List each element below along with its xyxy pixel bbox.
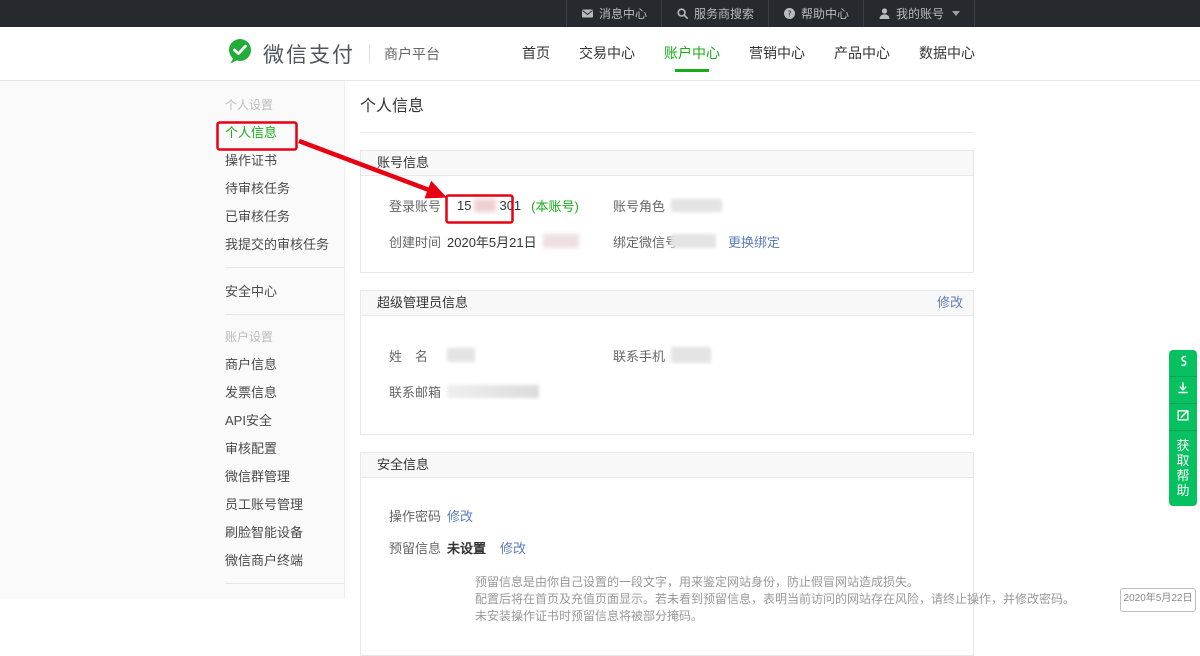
message-center-label: 消息中心 xyxy=(599,5,647,22)
sidebar-item-wechat-group-mgmt[interactable]: 微信群管理 xyxy=(225,463,345,491)
account-info-title: 账号信息 xyxy=(377,151,429,175)
sidebar-item-staff-account-mgmt[interactable]: 员工账号管理 xyxy=(225,491,345,519)
help-center-label: 帮助中心 xyxy=(801,5,849,22)
tip-line: 配置后将在首页及充值页面显示。若未看到预留信息，表明当前访问的网站存在风险，请终… xyxy=(475,591,973,608)
redacted-account-role xyxy=(671,199,722,212)
sidebar-divider xyxy=(225,314,345,315)
top-utility-bar: 消息中心 服务商搜索 ? 帮助中心 我的账号 xyxy=(0,0,1200,27)
service-provider-search-link[interactable]: 服务商搜索 xyxy=(661,0,768,27)
link-icon xyxy=(1176,354,1190,373)
reserved-info-edit-link[interactable]: 修改 xyxy=(500,538,526,557)
edit-icon xyxy=(1176,408,1190,427)
login-account-value: 15 301 xyxy=(447,198,521,213)
download-icon xyxy=(1176,381,1190,400)
search-icon xyxy=(676,7,689,20)
message-center-link[interactable]: 消息中心 xyxy=(566,0,661,27)
service-provider-search-label: 服务商搜索 xyxy=(694,5,754,22)
wechat-pay-logo xyxy=(225,36,255,71)
sidebar-item-reviewed[interactable]: 已审核任务 xyxy=(225,203,345,231)
sidebar-item-api-security[interactable]: API安全 xyxy=(225,407,345,435)
login-account-label: 登录账号 xyxy=(389,196,447,215)
sidebar-item-my-submitted-review[interactable]: 我提交的审核任务 xyxy=(225,231,345,259)
quick-link-button[interactable] xyxy=(1169,350,1197,377)
security-info-section: 安全信息 操作密码 修改 预留信息 未设置 修改 预留信息是由你自己设置的一段文… xyxy=(360,452,974,656)
get-help-label: 获取帮助 xyxy=(1176,438,1190,498)
primary-nav: 首页 交易中心 账户中心 营销中心 产品中心 数据中心 xyxy=(522,27,975,80)
sidebar-item-review-config[interactable]: 审核配置 xyxy=(225,435,345,463)
sidebar-item-face-smart-device[interactable]: 刷脸智能设备 xyxy=(225,519,345,547)
nav-data-center[interactable]: 数据中心 xyxy=(919,27,975,80)
brand-divider xyxy=(369,45,370,63)
user-icon xyxy=(878,7,891,20)
date-tooltip: 2020年5月22日 xyxy=(1120,588,1196,612)
sidebar-item-invoice-info[interactable]: 发票信息 xyxy=(225,379,345,407)
redacted-wechat-id xyxy=(671,234,716,248)
reserved-info-tips: 预留信息是由你自己设置的一段文字，用来鉴定网站身份，防止假冒网站造成损失。 配置… xyxy=(389,574,973,625)
account-info-section: 账号信息 登录账号 15 301 (本账号) 账号角色 xyxy=(360,150,974,273)
operation-password-edit-link[interactable]: 修改 xyxy=(447,506,473,525)
sidebar-group-personal-settings: 个人设置 xyxy=(225,91,345,119)
nav-marketing-center[interactable]: 营销中心 xyxy=(749,27,805,80)
sidebar-item-operation-cert[interactable]: 操作证书 xyxy=(225,147,345,175)
security-info-title: 安全信息 xyxy=(377,453,429,477)
sidebar-item-security-center[interactable]: 安全中心 xyxy=(225,278,345,306)
rebind-link[interactable]: 更换绑定 xyxy=(728,232,780,251)
help-center-link[interactable]: ? 帮助中心 xyxy=(768,0,863,27)
download-button[interactable] xyxy=(1169,377,1197,404)
sidebar-item-wechat-merchant-terminal[interactable]: 微信商户终端 xyxy=(225,547,345,575)
redacted-contact-email xyxy=(447,385,539,398)
super-admin-section: 超级管理员信息 修改 姓 名 联系手机 联系邮箱 xyxy=(360,290,974,435)
brand-name: 微信支付 xyxy=(263,39,355,69)
operation-password-label: 操作密码 xyxy=(389,506,447,525)
admin-name-label: 姓 名 xyxy=(389,346,447,365)
page-body: 个人设置 个人信息 操作证书 待审核任务 已审核任务 我提交的审核任务 安全中心… xyxy=(0,81,1200,599)
redacted-login-middle xyxy=(474,199,496,212)
account-role-label: 账号角色 xyxy=(613,196,671,215)
super-admin-edit-link[interactable]: 修改 xyxy=(937,291,963,315)
main-header: 微信支付 商户平台 首页 交易中心 账户中心 营销中心 产品中心 数据中心 xyxy=(0,27,1200,81)
created-time-label: 创建时间 xyxy=(389,232,447,251)
chevron-down-icon xyxy=(952,11,960,16)
created-time-value: 2020年5月21日 xyxy=(447,232,537,251)
my-account-label: 我的账号 xyxy=(896,5,944,22)
sidebar-divider xyxy=(225,583,345,584)
reserved-info-label: 预留信息 xyxy=(389,538,447,557)
nav-account-center[interactable]: 账户中心 xyxy=(664,27,720,80)
portal-name: 商户平台 xyxy=(384,44,440,64)
redacted-contact-phone xyxy=(671,347,711,363)
mail-icon xyxy=(581,7,594,20)
redacted-admin-name xyxy=(447,348,475,362)
login-prefix: 15 xyxy=(457,198,471,213)
title-divider xyxy=(360,132,974,133)
sidebar: 个人设置 个人信息 操作证书 待审核任务 已审核任务 我提交的审核任务 安全中心… xyxy=(0,81,345,599)
help-icon: ? xyxy=(783,7,796,20)
super-admin-title: 超级管理员信息 xyxy=(377,291,468,315)
contact-email-label: 联系邮箱 xyxy=(389,382,447,401)
sidebar-item-merchant-info[interactable]: 商户信息 xyxy=(225,351,345,379)
bound-wechat-label: 绑定微信号 xyxy=(613,232,671,251)
current-account-tag: (本账号) xyxy=(531,196,579,215)
tip-line: 预留信息是由你自己设置的一段文字，用来鉴定网站身份，防止假冒网站造成损失。 xyxy=(475,574,973,591)
my-account-menu[interactable]: 我的账号 xyxy=(863,0,975,27)
redacted-created-time xyxy=(543,234,579,248)
floating-help-panel: 获取帮助 xyxy=(1169,350,1197,506)
login-suffix: 301 xyxy=(499,198,521,213)
nav-product-center[interactable]: 产品中心 xyxy=(834,27,890,80)
nav-transaction-center[interactable]: 交易中心 xyxy=(579,27,635,80)
get-help-button[interactable]: 获取帮助 xyxy=(1169,431,1197,506)
brand[interactable]: 微信支付 商户平台 xyxy=(225,36,440,71)
sidebar-group-account-settings: 账户设置 xyxy=(225,323,345,351)
contact-phone-label: 联系手机 xyxy=(613,346,671,365)
main-content: 个人信息 账号信息 登录账号 15 301 (本账号) xyxy=(360,81,974,656)
sidebar-item-pending-review[interactable]: 待审核任务 xyxy=(225,175,345,203)
page-title: 个人信息 xyxy=(360,96,974,118)
tip-line: 未安装操作证书时预留信息将被部分掩码。 xyxy=(475,608,973,625)
feedback-button[interactable] xyxy=(1169,404,1197,431)
nav-home[interactable]: 首页 xyxy=(522,27,550,80)
sidebar-item-personal-info[interactable]: 个人信息 xyxy=(225,119,345,147)
sidebar-divider xyxy=(225,267,345,268)
svg-text:?: ? xyxy=(787,9,791,18)
reserved-info-value: 未设置 xyxy=(447,538,486,557)
